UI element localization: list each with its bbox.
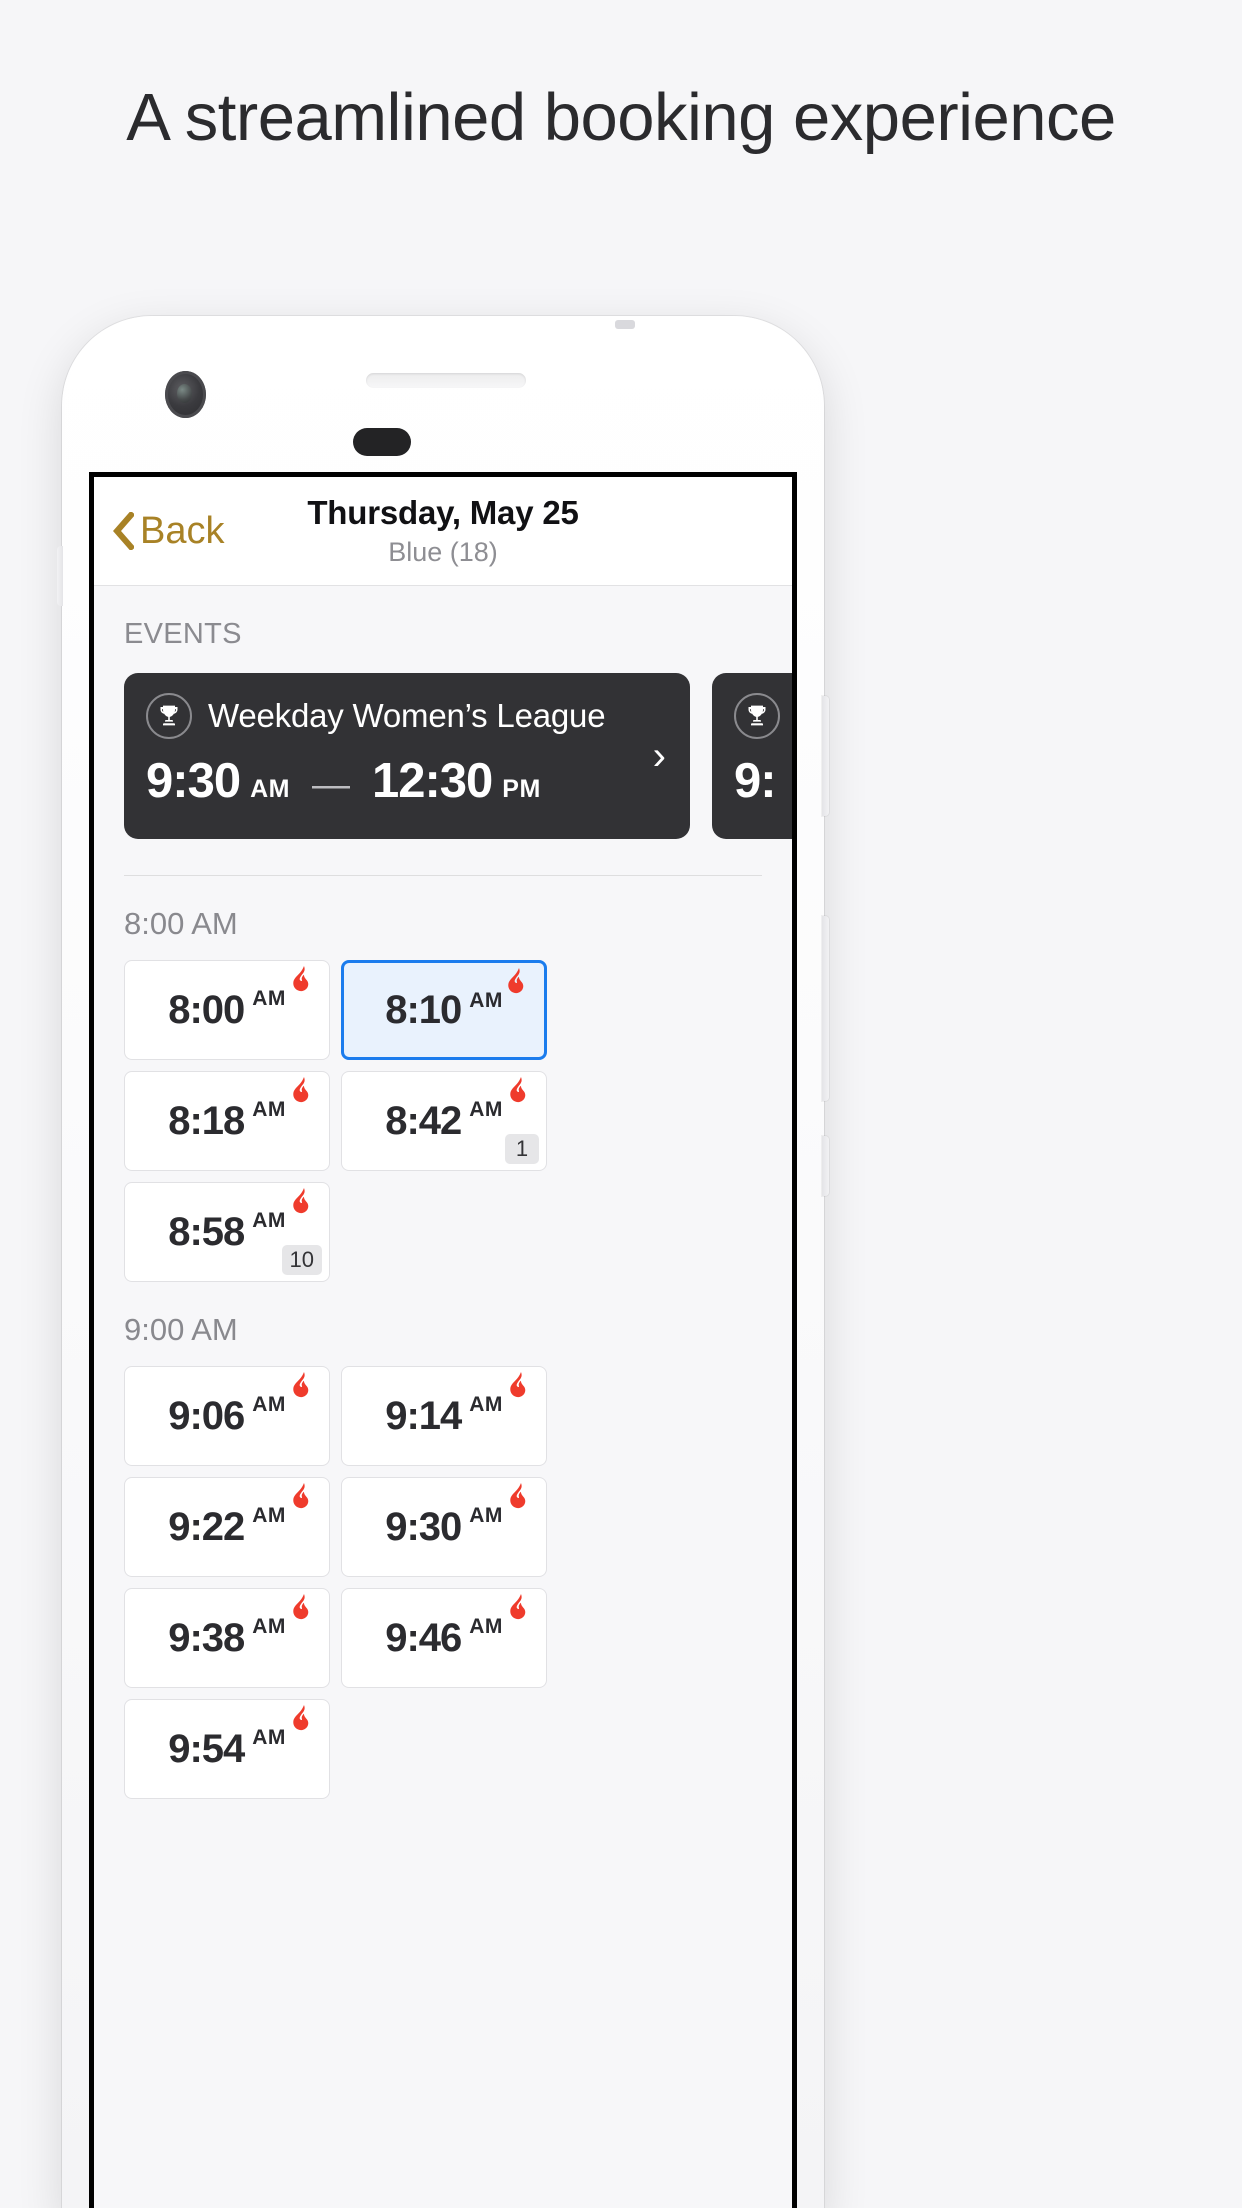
silent-switch[interactable] — [57, 546, 63, 606]
phone-screen: Back Thursday, May 25 Blue (18) EVENTS W… — [89, 472, 797, 2208]
event-time-range: 9: — [734, 753, 792, 809]
slot-group-label: 9:00 AM — [124, 1312, 238, 1347]
time-slot[interactable]: 9:22 AM — [124, 1477, 330, 1577]
event-name: Weekday Women’s League — [208, 697, 606, 734]
flame-icon — [291, 1187, 316, 1217]
slot-count-badge: 10 — [281, 1245, 322, 1275]
slot-time: 8:10 — [385, 987, 462, 1032]
slot-time: 9:14 — [385, 1393, 462, 1438]
slot-time: 8:18 — [168, 1098, 245, 1143]
time-slot[interactable]: 9:30 AM — [341, 1477, 547, 1577]
slot-meridiem: AM — [252, 1615, 286, 1638]
volume-up-button[interactable] — [822, 696, 829, 816]
slot-time: 9:46 — [385, 1615, 462, 1660]
time-slot[interactable]: 8:00 AM — [124, 960, 330, 1060]
flame-icon — [506, 967, 531, 997]
slot-meridiem: AM — [469, 989, 503, 1012]
time-slot[interactable]: 9:38 AM — [124, 1588, 330, 1688]
time-slot[interactable]: 9:54 AM — [124, 1699, 330, 1799]
flame-icon — [291, 1704, 316, 1734]
flame-icon — [291, 1076, 316, 1106]
flame-icon — [291, 1371, 316, 1401]
slot-time: 9:54 — [168, 1726, 245, 1771]
trophy-icon — [146, 693, 192, 739]
slot-time: 9:22 — [168, 1504, 245, 1549]
back-button[interactable]: Back — [112, 512, 224, 550]
flame-icon — [508, 1076, 533, 1106]
time-slot-selected[interactable]: 8:10 AM — [341, 960, 547, 1060]
event-card-header: Weekday Women’s League — [146, 693, 668, 739]
event-end-time: 12:30 — [371, 754, 493, 808]
time-slot[interactable]: 8:18 AM — [124, 1071, 330, 1171]
events-section-label: EVENTS — [124, 618, 242, 650]
slot-meridiem: AM — [469, 1504, 503, 1527]
flame-icon — [508, 1371, 533, 1401]
time-slot[interactable]: 9:06 AM — [124, 1366, 330, 1466]
slot-meridiem: AM — [252, 1209, 286, 1232]
slot-time: 9:30 — [385, 1504, 462, 1549]
page-root: A streamlined booking experience Back Th… — [0, 0, 1242, 2208]
chevron-right-icon[interactable]: › — [653, 736, 666, 776]
flame-icon — [291, 965, 316, 995]
camera-icon — [165, 371, 206, 418]
chevron-left-icon — [112, 512, 134, 550]
trophy-icon — [734, 693, 780, 739]
event-card-header: League — [734, 693, 792, 739]
phone-device-mockup: Back Thursday, May 25 Blue (18) EVENTS W… — [57, 316, 829, 2208]
time-slot[interactable]: 9:46 AM — [341, 1588, 547, 1688]
time-slot[interactable]: 8:42 AM 1 — [341, 1071, 547, 1171]
slot-meridiem: AM — [252, 987, 286, 1010]
slot-meridiem: AM — [252, 1726, 286, 1749]
flame-icon — [508, 1593, 533, 1623]
page-title: A streamlined booking experience — [126, 80, 1116, 155]
event-time-range: 9:30 AM — 12:30 PM — [146, 753, 668, 809]
slot-time: 9:06 — [168, 1393, 245, 1438]
event-start-meridiem: AM — [250, 775, 290, 803]
event-time-dash: — — [311, 764, 350, 806]
navigation-bar: Back Thursday, May 25 Blue (18) — [94, 477, 792, 586]
slot-count-badge: 1 — [505, 1134, 539, 1164]
event-start-time: 9:30 — [146, 754, 241, 808]
top-sensor-icon — [615, 320, 635, 329]
slot-time: 8:42 — [385, 1098, 462, 1143]
slot-meridiem: AM — [252, 1393, 286, 1416]
time-slot[interactable]: 8:58 AM 10 — [124, 1182, 330, 1282]
slot-time: 8:00 — [168, 987, 245, 1032]
power-button[interactable] — [822, 1136, 829, 1196]
events-carousel[interactable]: Weekday Women’s League 9:30 AM — 12:30 P… — [94, 673, 792, 845]
slot-meridiem: AM — [252, 1098, 286, 1121]
time-slot[interactable]: 9:14 AM — [341, 1366, 547, 1466]
slot-meridiem: AM — [252, 1504, 286, 1527]
slot-meridiem: AM — [469, 1393, 503, 1416]
slot-meridiem: AM — [469, 1098, 503, 1121]
event-start-time: 9: — [734, 754, 777, 808]
flame-icon — [291, 1593, 316, 1623]
volume-down-button[interactable] — [822, 916, 829, 1101]
slot-meridiem: AM — [469, 1615, 503, 1638]
flame-icon — [291, 1482, 316, 1512]
event-card[interactable]: League 9: — [712, 673, 792, 839]
event-end-meridiem: PM — [502, 775, 541, 803]
slot-grid: 9:06 AM 9:14 AM 9:22 AM 9:30 AM 9:38 AM … — [94, 1366, 792, 1799]
flame-icon — [508, 1482, 533, 1512]
screen-content: EVENTS Weekday Women’s League 9:30 AM — … — [94, 586, 792, 2208]
slot-time: 8:58 — [168, 1209, 245, 1254]
earpiece-speaker-icon — [366, 373, 526, 388]
home-indicator-pill — [353, 428, 411, 456]
slot-time: 9:38 — [168, 1615, 245, 1660]
event-card[interactable]: Weekday Women’s League 9:30 AM — 12:30 P… — [124, 673, 690, 839]
back-button-label: Back — [140, 510, 225, 552]
slot-group-label: 8:00 AM — [124, 906, 238, 941]
slot-grid: 8:00 AM 8:10 AM 8:18 AM 8:42 AM 1 8:58 A… — [94, 960, 792, 1282]
